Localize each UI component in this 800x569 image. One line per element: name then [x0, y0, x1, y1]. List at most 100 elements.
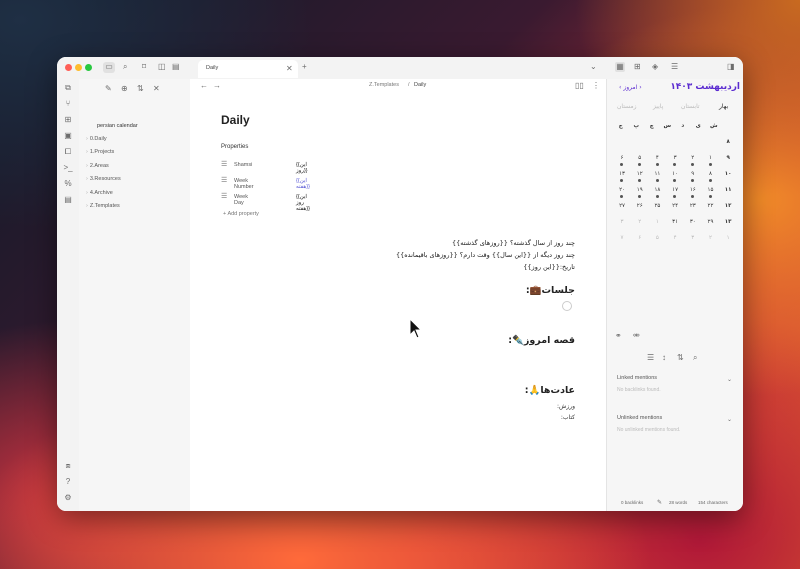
calendar-day[interactable]: ۲۷ — [613, 200, 631, 216]
settings-gear-icon[interactable]: ⚙ — [62, 493, 74, 503]
season-option[interactable]: تابستان — [681, 103, 700, 110]
tags-view-icon[interactable]: ◈ — [652, 62, 658, 72]
calendar-day[interactable]: ۱ — [649, 216, 667, 232]
linked-mentions-title[interactable]: Linked mentions — [617, 375, 657, 381]
calendar-day[interactable]: ۷ — [613, 232, 631, 248]
breadcrumb-file[interactable]: Daily — [414, 82, 426, 88]
sort-icon[interactable]: ⇅ — [677, 353, 684, 363]
calendar-day[interactable]: ۶ — [631, 232, 649, 248]
back-arrow-icon[interactable]: ← — [200, 81, 208, 91]
season-option[interactable]: زمستان — [617, 103, 637, 110]
calendar-day[interactable]: ۲۰ — [613, 184, 631, 200]
calendar-day[interactable] — [702, 136, 720, 152]
close-window-button[interactable] — [65, 64, 72, 71]
calendar-day[interactable]: ۲۶ — [631, 200, 649, 216]
property-value[interactable]: {{این روز هفته}} — [296, 194, 310, 212]
season-current[interactable]: بهار — [719, 103, 728, 110]
open-quick-switcher-icon[interactable]: ⧉ — [62, 83, 74, 93]
calendar-day[interactable]: ۵ — [631, 152, 649, 168]
calendar-day[interactable]: ۵ — [649, 232, 667, 248]
calendar-day[interactable]: ۳۱ — [666, 216, 684, 232]
vault-switcher-icon[interactable]: ⧈ — [62, 461, 74, 471]
calendar-day[interactable]: ۳ — [666, 152, 684, 168]
collapse-all-icon[interactable]: ✕ — [153, 84, 160, 94]
prev-month-icon[interactable]: ‹ — [619, 84, 621, 91]
toggle-left-sidebar-icon[interactable]: ◫ — [158, 62, 166, 72]
calendar-day[interactable]: ۱۸ — [649, 184, 667, 200]
calendar-icon[interactable]: ▤ — [62, 195, 74, 205]
status-backlinks[interactable]: 0 backlinks — [621, 500, 643, 505]
calendar-day[interactable]: ۲۴ — [666, 200, 684, 216]
toggle-right-sidebar-icon[interactable]: ◨ — [727, 62, 735, 72]
folder-item[interactable]: › 4.Archive — [86, 190, 113, 196]
unlinked-mentions-title[interactable]: Unlinked mentions — [617, 415, 662, 421]
more-options-icon[interactable]: ⋮ — [592, 81, 600, 91]
percent-icon[interactable]: % — [62, 179, 74, 189]
calendar-day[interactable]: ۱۲ — [631, 168, 649, 184]
calendar-day[interactable]: ۲ — [631, 216, 649, 232]
calendar-day[interactable]: ۱۶ — [684, 184, 702, 200]
calendar-day[interactable]: ۱۵ — [702, 184, 720, 200]
calendar-day[interactable]: ۶ — [613, 152, 631, 168]
calendar-day[interactable]: ۱۷ — [666, 184, 684, 200]
season-option[interactable]: پاییز — [653, 103, 663, 110]
zoom-window-button[interactable] — [85, 64, 92, 71]
today-button[interactable]: امروز — [623, 84, 637, 91]
calendar-day[interactable] — [613, 136, 631, 152]
calendar-day[interactable] — [684, 136, 702, 152]
calendar-day[interactable]: ۲ — [684, 152, 702, 168]
calendar-day[interactable] — [649, 136, 667, 152]
breadcrumb-folder[interactable]: Z.Templates — [369, 82, 399, 88]
templates-icon[interactable]: ⧠ — [62, 147, 74, 157]
folder-item[interactable]: › 0.Daily — [86, 136, 107, 142]
next-month-icon[interactable]: › — [639, 84, 641, 91]
collapse-results-icon[interactable]: ☰ — [647, 353, 654, 363]
calendar-day[interactable]: ۲ — [702, 232, 720, 248]
calendar-day[interactable] — [631, 136, 649, 152]
file-explorer-icon[interactable]: ▭ — [103, 62, 115, 73]
tab-list-chevron-icon[interactable]: ⌄ — [590, 62, 597, 72]
command-palette-icon[interactable]: >_ — [62, 163, 74, 173]
calendar-day[interactable]: ۳ — [684, 232, 702, 248]
calendar-day[interactable]: ۴ — [666, 232, 684, 248]
search-icon[interactable]: ⌕ — [693, 353, 697, 363]
calendar-day[interactable]: ۴ — [649, 152, 667, 168]
folder-item[interactable]: › 2.Areas — [86, 163, 109, 169]
calendar-day[interactable]: ۳ — [613, 216, 631, 232]
new-folder-icon[interactable]: ⊕ — [121, 84, 128, 94]
backlinks-view-icon[interactable]: ⊞ — [634, 62, 641, 72]
chevron-down-icon[interactable]: ⌄ — [727, 375, 732, 385]
calendar-day[interactable]: ۱ — [719, 232, 737, 248]
new-tab-icon[interactable]: + — [302, 62, 307, 72]
calendar-nav[interactable]: ‹ امروز › — [619, 84, 642, 91]
calendar-day[interactable]: ۱۳ — [613, 168, 631, 184]
layout-icon[interactable]: ▤ — [172, 62, 180, 72]
new-note-icon[interactable]: ✎ — [105, 84, 112, 94]
property-value[interactable]: {{این روز}} — [296, 162, 308, 174]
calendar-day[interactable]: ۲۵ — [649, 200, 667, 216]
folder-item[interactable]: › Z.Templates — [86, 203, 120, 209]
calendar-day[interactable]: ۱۰ — [666, 168, 684, 184]
graph-view-icon[interactable]: ⑂ — [62, 99, 74, 109]
calendar-day[interactable]: ۱ — [702, 152, 720, 168]
folder-item[interactable]: › 1.Projects — [86, 149, 114, 155]
calendar-day[interactable]: ۲۳ — [684, 200, 702, 216]
calendar-view-icon[interactable]: ▦ — [615, 62, 625, 72]
property-value[interactable]: {{این هفته}} — [296, 178, 310, 190]
calendar-day[interactable]: ۹ — [684, 168, 702, 184]
reading-view-icon[interactable]: ▯▯ — [575, 81, 584, 91]
calendar-day[interactable]: ۳۰ — [684, 216, 702, 232]
folder-item[interactable]: › 3.Resources — [86, 176, 121, 182]
bookmark-icon[interactable]: ⌑ — [142, 62, 146, 72]
link-icon[interactable]: ⚭ — [615, 331, 622, 341]
outline-view-icon[interactable]: ☰ — [671, 62, 678, 72]
tab-daily[interactable]: Daily ✕ — [198, 60, 298, 78]
edit-mode-icon[interactable]: ✎ — [657, 499, 662, 506]
help-icon[interactable]: ? — [62, 477, 74, 487]
add-property-button[interactable]: + Add property — [223, 211, 259, 217]
search-icon[interactable]: ⌕ — [123, 62, 127, 72]
calendar-day[interactable]: ۱۹ — [631, 184, 649, 200]
daily-note-icon[interactable]: ▣ — [62, 131, 74, 141]
calendar-day[interactable]: ۸ — [702, 168, 720, 184]
calendar-day[interactable]: ۱۱ — [649, 168, 667, 184]
